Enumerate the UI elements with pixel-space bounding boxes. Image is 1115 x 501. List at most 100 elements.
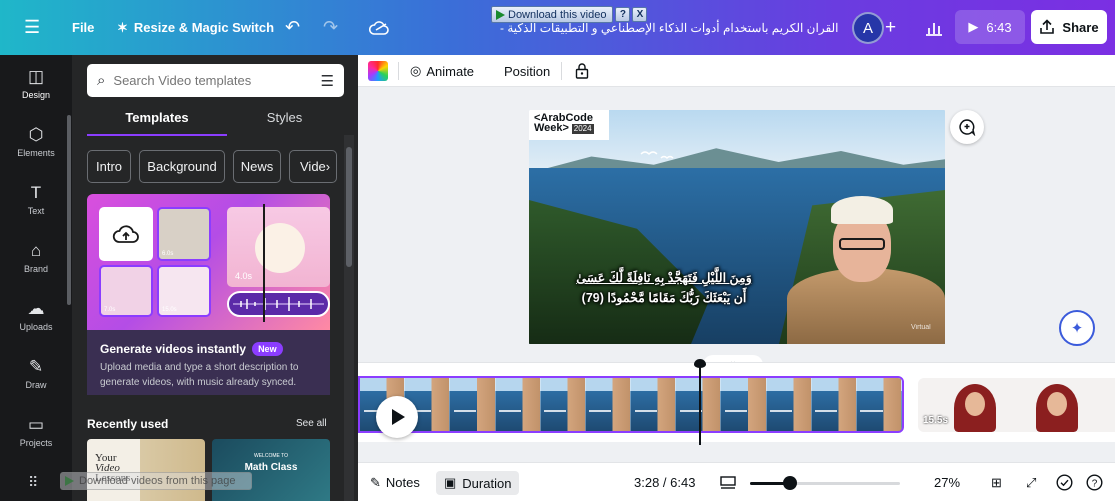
- notes-icon: ✎: [370, 474, 381, 490]
- download-video-label: Download this video: [508, 8, 607, 21]
- user-avatar[interactable]: A: [852, 12, 884, 44]
- download-videos-label: Download videos from this page: [79, 475, 236, 487]
- quran-caption: وَمِنَ اللَّيْلِ فَتَهَجَّدْ بِهِ نَافِل…: [539, 268, 789, 308]
- canvas-area: <ArabCode Week> 2024 وَمِنَ اللَّيْلِ فَ…: [358, 88, 1115, 367]
- play-button[interactable]: [376, 396, 418, 438]
- left-rail: ◫ Design ⬡ Elements T Text ⌂ Brand ☁ Upl…: [0, 55, 72, 501]
- clip-duration-label: 15.5s: [923, 415, 949, 426]
- clip-speaker-thumb: [1036, 384, 1078, 432]
- chip-video-label: Vide: [300, 159, 326, 174]
- grid-view-icon[interactable]: ⊞: [991, 463, 1002, 501]
- rail-item-projects[interactable]: ▭ Projects: [0, 415, 72, 448]
- chip-news[interactable]: News: [233, 150, 281, 183]
- clip-frame: [450, 378, 496, 431]
- duration-button[interactable]: ▣ Duration: [436, 471, 520, 495]
- see-all-link[interactable]: See all: [296, 418, 327, 429]
- clip-speaker-thumb: [954, 384, 996, 432]
- generate-video-promo-text[interactable]: Generate videos instantly New Upload med…: [87, 330, 330, 395]
- rail-item-label: Draw: [25, 380, 47, 390]
- undo-icon[interactable]: ↶: [285, 0, 300, 55]
- zoom-percent[interactable]: 27%: [934, 463, 960, 501]
- promo-title-row: Generate videos instantly New: [100, 342, 317, 356]
- new-badge: New: [252, 342, 283, 356]
- generate-video-promo-image[interactable]: 6.0s 7.0s 15.0s 4.0s: [87, 194, 330, 330]
- animate-button[interactable]: ◎ Animate: [410, 55, 474, 87]
- video-slide[interactable]: <ArabCode Week> 2024 وَمِنَ اللَّيْلِ فَ…: [529, 110, 945, 344]
- timeline-clip-main[interactable]: [358, 376, 904, 433]
- thumb-label: 6.0s: [162, 251, 174, 257]
- magic-sparkle-icon[interactable]: ✦: [1059, 310, 1095, 346]
- insights-chart-icon[interactable]: [925, 0, 943, 55]
- chip-video[interactable]: Vide ›: [289, 150, 337, 183]
- share-upload-icon: [1040, 19, 1055, 34]
- apps-grid-icon[interactable]: ⠿: [28, 474, 38, 491]
- recent-template-math-class[interactable]: WELCOME TO Math Class: [212, 439, 330, 501]
- promo-title: Generate videos instantly: [100, 342, 247, 356]
- svg-text:?: ?: [1092, 478, 1098, 489]
- layout-icon: ◫: [27, 67, 45, 86]
- download-video-button[interactable]: Download this video: [491, 6, 614, 23]
- rail-item-draw[interactable]: ✎ Draw: [0, 357, 72, 390]
- recent-template-text: WELCOME TO Math Class: [236, 453, 306, 473]
- recent-template-video-lessons[interactable]: Your Video Lessons: [87, 439, 205, 501]
- download-help-button[interactable]: ?: [615, 7, 631, 22]
- rail-item-elements[interactable]: ⬡ Elements: [0, 125, 72, 158]
- rail-item-label: Design: [21, 90, 50, 100]
- caption-line-2: أَن يَبْعَثَكَ رَبُّكَ مَقَامًا مَّحْمُو…: [581, 291, 747, 305]
- add-collaborator-icon[interactable]: +: [885, 0, 896, 55]
- chip-background[interactable]: Background: [139, 150, 225, 183]
- filter-sliders-icon[interactable]: ☰: [321, 72, 334, 90]
- cloud-upload-icon: [112, 225, 139, 243]
- search-icon: ⌕: [97, 72, 106, 89]
- timer-icon: ▣: [444, 475, 457, 490]
- download-play-icon: [65, 476, 74, 486]
- search-input[interactable]: [113, 73, 313, 88]
- redo-icon[interactable]: ↷: [323, 0, 338, 55]
- preview-time-label: 4.0s: [235, 271, 253, 281]
- present-button[interactable]: ▶ 6:43: [955, 10, 1025, 44]
- timeline-playhead[interactable]: [694, 359, 706, 445]
- caption-line-1: وَمِنَ اللَّيْلِ فَتَهَجَّدْ بِهِ نَافِل…: [576, 271, 752, 285]
- search-box[interactable]: ⌕ ☰: [87, 64, 344, 97]
- lock-icon[interactable]: [575, 55, 589, 87]
- thumb-label: 7.0s: [104, 307, 116, 313]
- file-menu[interactable]: File: [72, 0, 94, 55]
- notes-button[interactable]: ✎ Notes: [370, 463, 420, 501]
- shapes-icon: ⬡: [28, 125, 44, 144]
- speaker-glasses: [839, 238, 885, 250]
- resize-menu-label: Resize & Magic Switch: [133, 20, 275, 35]
- rail-item-brand[interactable]: ⌂ Brand: [0, 241, 72, 274]
- pages-view-icon[interactable]: [720, 463, 736, 501]
- resize-magic-switch-menu[interactable]: ✶ Resize & Magic Switch: [117, 0, 274, 55]
- zoom-slider-knob[interactable]: [783, 476, 797, 490]
- download-videos-overlay[interactable]: Download videos from this page: [60, 472, 252, 490]
- tab-styles[interactable]: Styles: [212, 110, 357, 136]
- clip-frame: [540, 378, 586, 431]
- clip-frame: [721, 378, 767, 431]
- rail-item-text[interactable]: T Text: [0, 183, 72, 216]
- download-close-button[interactable]: X: [632, 7, 648, 22]
- recent-line: WELCOME TO: [254, 453, 288, 459]
- panel-scrollbar-thumb[interactable]: [346, 147, 352, 267]
- editor-toolbar: ◎ Animate Position: [358, 55, 1115, 87]
- fullscreen-icon[interactable]: ⤢: [1026, 463, 1036, 501]
- add-comment-icon[interactable]: [950, 110, 984, 144]
- slide-watermark: Virtual: [911, 324, 931, 331]
- tab-templates[interactable]: Templates: [87, 110, 227, 136]
- help-icon[interactable]: ?: [1086, 463, 1103, 501]
- check-circle-icon[interactable]: [1056, 463, 1073, 501]
- hamburger-menu-icon[interactable]: ☰: [24, 0, 40, 55]
- cloud-saved-icon[interactable]: [369, 0, 389, 55]
- position-button[interactable]: Position: [504, 55, 550, 87]
- chip-intro[interactable]: Intro: [87, 150, 131, 183]
- timeline-clip-second[interactable]: 15.5s: [918, 378, 1115, 432]
- color-picker-swatch[interactable]: [368, 61, 388, 81]
- toolbar-divider: [561, 62, 562, 80]
- rail-scrollbar[interactable]: [67, 115, 71, 305]
- share-button[interactable]: Share: [1031, 10, 1107, 44]
- rail-item-label: Elements: [17, 148, 55, 158]
- rail-item-design[interactable]: ◫ Design: [0, 61, 72, 109]
- rail-item-label: Projects: [19, 438, 53, 448]
- rail-item-uploads[interactable]: ☁ Uploads: [0, 299, 72, 332]
- arabcode-week-logo: <ArabCode Week> 2024: [529, 110, 609, 140]
